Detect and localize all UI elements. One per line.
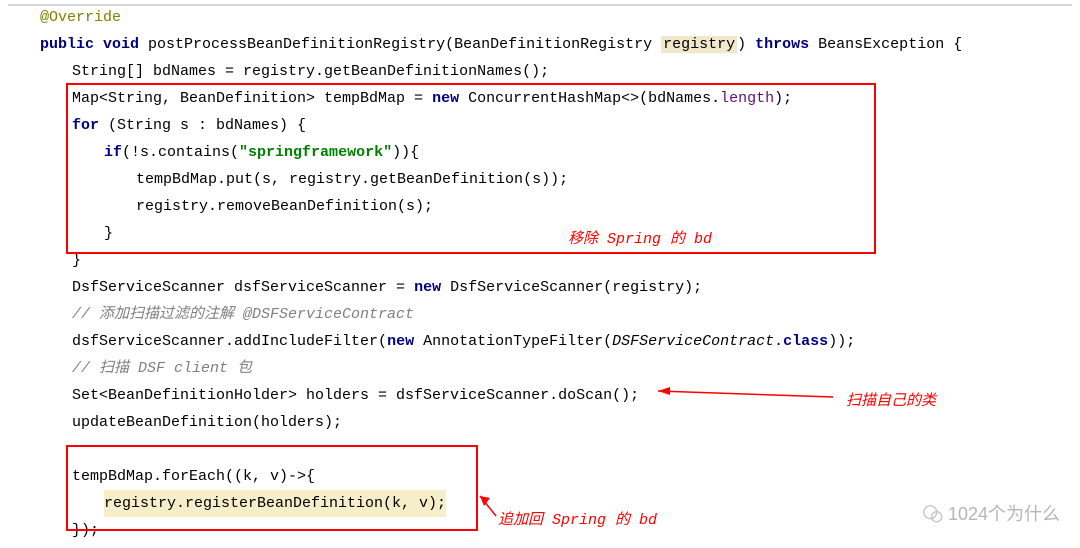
code-line: // 扫描 DSF client 包 [8,355,1072,382]
code-line: DsfServiceScanner dsfServiceScanner = ne… [8,274,1072,301]
code-line: for (String s : bdNames) { [8,112,1072,139]
annotation-override: @Override [40,9,121,26]
code-line: registry.removeBeanDefinition(s); [8,193,1072,220]
code-line: String[] bdNames = registry.getBeanDefin… [8,58,1072,85]
code-line: Map<String, BeanDefinition> tempBdMap = … [8,85,1072,112]
watermark: 1024个为什么 [922,498,1060,530]
param-registry: registry [661,36,737,53]
code-line [8,436,1072,463]
annotation-append: 追加回 Spring 的 bd [498,507,657,534]
code-line: dsfServiceScanner.addIncludeFilter(new A… [8,328,1072,355]
watermark-text: 1024个为什么 [948,498,1060,530]
code-line: public void postProcessBeanDefinitionReg… [8,31,1072,58]
code-line: @Override [8,4,1072,31]
code-line: } [8,247,1072,274]
code-line: tempBdMap.put(s, registry.getBeanDefinit… [8,166,1072,193]
annotation-scan: 扫描自己的类 [846,388,936,415]
top-border [8,4,1072,6]
code-line: if(!s.contains("springframework")){ [8,139,1072,166]
code-line: tempBdMap.forEach((k, v)->{ [8,463,1072,490]
code-container: @Override public void postProcessBeanDef… [8,4,1072,544]
wechat-icon [922,503,944,525]
code-line: // 添加扫描过滤的注解 @DSFServiceContract [8,301,1072,328]
code-line: } [8,220,1072,247]
annotation-remove: 移除 Spring 的 bd [568,226,712,253]
